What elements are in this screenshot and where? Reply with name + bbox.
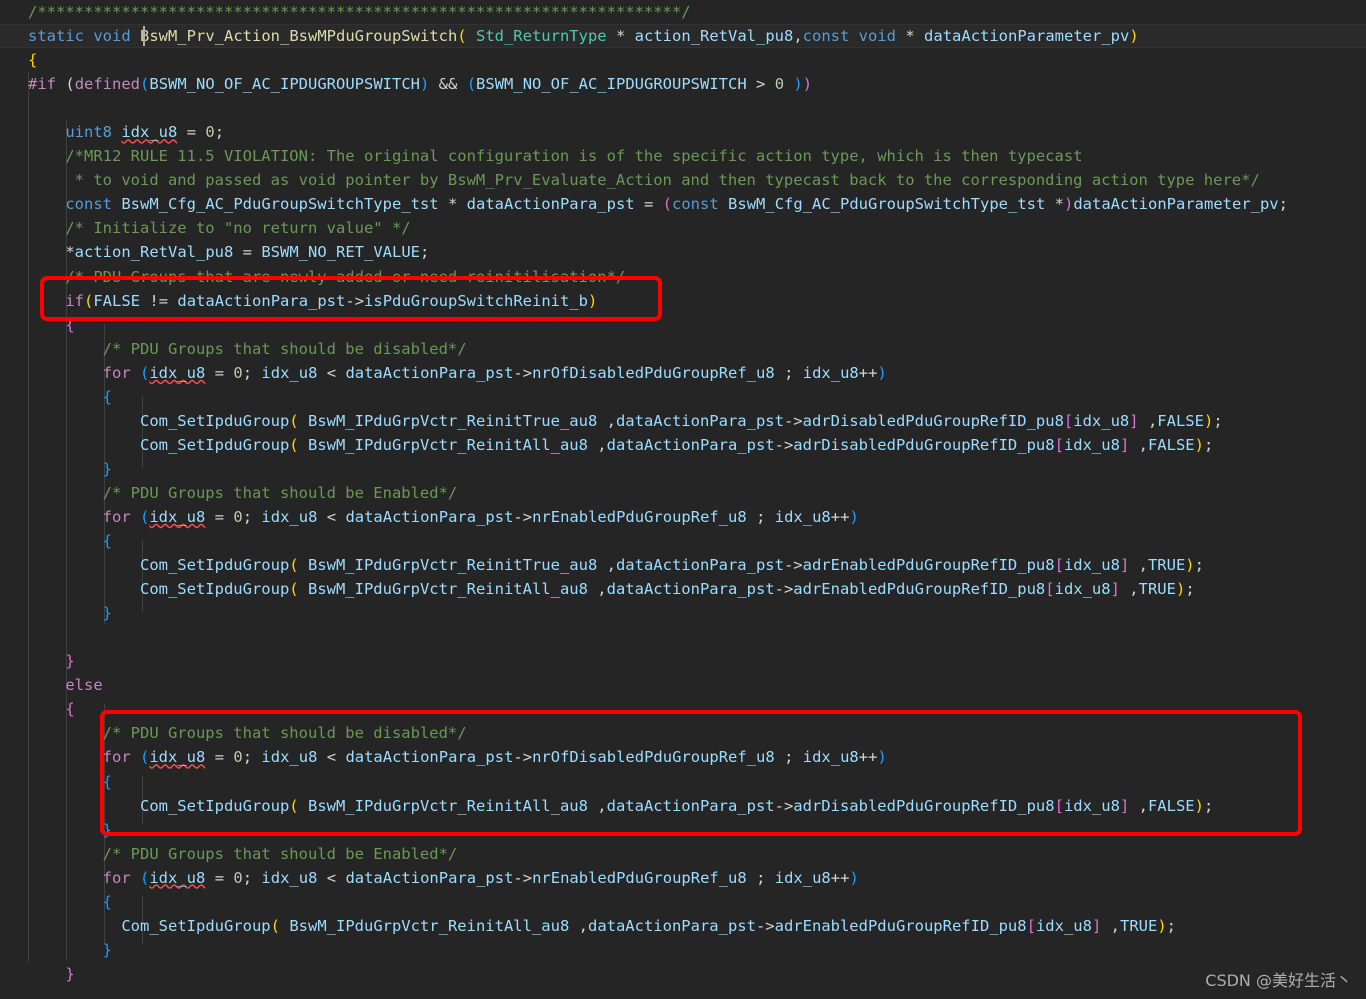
indent-guide <box>142 540 143 612</box>
code-line-text: } <box>28 604 112 623</box>
code-line[interactable]: { <box>0 48 1366 72</box>
code-line[interactable]: Com_SetIpduGroup( BswM_IPduGrpVctr_Reini… <box>0 577 1366 601</box>
code-line[interactable]: /***************************************… <box>0 0 1366 24</box>
code-line-text: } <box>28 964 75 983</box>
code-line-text: Com_SetIpduGroup( BswM_IPduGrpVctr_Reini… <box>139 796 1214 815</box>
code-line[interactable]: Com_SetIpduGroup( BswM_IPduGrpVctr_Reini… <box>0 409 1366 433</box>
code-line[interactable]: static void BswM_Prv_Action_BswMPduGroup… <box>0 24 1366 49</box>
code-line[interactable]: const BswM_Cfg_AC_PduGroupSwitchType_tst… <box>0 192 1366 216</box>
code-line[interactable]: /*MR12 RULE 11.5 VIOLATION: The original… <box>0 144 1366 168</box>
code-line-text: { <box>28 772 112 791</box>
text-caret <box>143 26 145 46</box>
code-line[interactable]: Com_SetIpduGroup( BswM_IPduGrpVctr_Reini… <box>0 553 1366 577</box>
code-line-text: { <box>28 315 75 334</box>
code-line-text: /* PDU Groups that should be disabled*/ <box>28 724 467 743</box>
code-line-text: } <box>28 652 75 671</box>
code-line-text: { <box>28 700 75 719</box>
code-line-text: for (idx_u8 = 0; idx_u8 < dataActionPara… <box>102 868 859 887</box>
code-line-text: { <box>28 51 38 70</box>
code-line-text: *action_RetVal_pu8 = BSWM_NO_RET_VALUE; <box>65 243 430 262</box>
code-line-text: for (idx_u8 = 0; idx_u8 < dataActionPara… <box>102 748 887 767</box>
code-editor[interactable]: /***************************************… <box>0 0 1366 999</box>
code-line[interactable]: /* PDU Groups that should be disabled*/ <box>0 721 1366 745</box>
code-line-text: Com_SetIpduGroup( BswM_IPduGrpVctr_Reini… <box>121 916 1176 935</box>
code-line-text: uint8 idx_u8 = 0; <box>65 123 225 142</box>
code-line[interactable] <box>0 96 1366 120</box>
code-line-text: } <box>28 459 112 478</box>
code-line-text: static void BswM_Prv_Action_BswMPduGroup… <box>28 27 1139 46</box>
code-line[interactable]: *action_RetVal_pu8 = BSWM_NO_RET_VALUE; <box>0 240 1366 264</box>
code-line-text: * to void and passed as void pointer by … <box>28 171 1260 190</box>
code-line[interactable]: for (idx_u8 = 0; idx_u8 < dataActionPara… <box>0 361 1366 385</box>
code-line[interactable]: * to void and passed as void pointer by … <box>0 168 1366 192</box>
code-line[interactable]: } <box>0 457 1366 481</box>
code-line[interactable]: for (idx_u8 = 0; idx_u8 < dataActionPara… <box>0 745 1366 769</box>
code-line-text: Com_SetIpduGroup( BswM_IPduGrpVctr_Reini… <box>139 411 1223 430</box>
code-surface[interactable]: /***************************************… <box>0 0 1366 999</box>
code-line[interactable]: /* Initialize to "no return value" */ <box>0 216 1366 240</box>
code-line-text: else <box>65 676 103 695</box>
code-line[interactable]: Com_SetIpduGroup( BswM_IPduGrpVctr_Reini… <box>0 433 1366 457</box>
code-line[interactable]: /* PDU Groups that should be Enabled*/ <box>0 842 1366 866</box>
code-line-text: Com_SetIpduGroup( BswM_IPduGrpVctr_Reini… <box>139 556 1204 575</box>
code-line[interactable]: } <box>0 601 1366 625</box>
code-line[interactable]: Com_SetIpduGroup( BswM_IPduGrpVctr_Reini… <box>0 914 1366 938</box>
code-line[interactable]: } <box>0 818 1366 842</box>
code-line-text: } <box>28 820 112 839</box>
code-line-text: if(FALSE != dataActionPara_pst->isPduGro… <box>65 291 598 310</box>
code-line-text: for (idx_u8 = 0; idx_u8 < dataActionPara… <box>102 507 859 526</box>
code-line-text: Com_SetIpduGroup( BswM_IPduGrpVctr_Reini… <box>139 580 1195 599</box>
code-line[interactable]: { <box>0 313 1366 337</box>
code-line[interactable]: #if (defined(BSWM_NO_OF_AC_IPDUGROUPSWIT… <box>0 72 1366 96</box>
code-line[interactable]: { <box>0 770 1366 794</box>
code-line-text: for (idx_u8 = 0; idx_u8 < dataActionPara… <box>102 363 887 382</box>
code-line-text: /* PDU Groups that should be disabled*/ <box>28 339 467 358</box>
code-line[interactable]: if(FALSE != dataActionPara_pst->isPduGro… <box>0 289 1366 313</box>
code-line[interactable]: } <box>0 938 1366 962</box>
code-line-text: { <box>28 892 112 911</box>
code-line[interactable]: { <box>0 529 1366 553</box>
code-line[interactable]: { <box>0 890 1366 914</box>
code-line-text: /* Initialize to "no return value" */ <box>28 219 411 238</box>
code-line-text: /* PDU Groups that should be Enabled*/ <box>28 483 458 502</box>
code-line-text: { <box>28 387 112 406</box>
code-line[interactable]: for (idx_u8 = 0; idx_u8 < dataActionPara… <box>0 866 1366 890</box>
code-line-text: } <box>28 940 112 959</box>
code-line[interactable]: for (idx_u8 = 0; idx_u8 < dataActionPara… <box>0 505 1366 529</box>
watermark-label: CSDN @美好生活丶 <box>1205 971 1352 990</box>
code-line[interactable]: { <box>0 697 1366 721</box>
code-line-text: /***************************************… <box>28 3 691 21</box>
code-line-text: const BswM_Cfg_AC_PduGroupSwitchType_tst… <box>65 195 1288 214</box>
code-line-text: Com_SetIpduGroup( BswM_IPduGrpVctr_Reini… <box>139 435 1214 454</box>
code-line[interactable]: } <box>0 649 1366 673</box>
code-line-text: /* PDU Groups that are newly added or ne… <box>28 267 626 286</box>
code-line[interactable]: uint8 idx_u8 = 0; <box>0 120 1366 144</box>
code-line-text: { <box>28 532 112 551</box>
code-line[interactable]: Com_SetIpduGroup( BswM_IPduGrpVctr_Reini… <box>0 794 1366 818</box>
indent-guide <box>142 396 143 468</box>
code-line[interactable] <box>0 625 1366 649</box>
code-line[interactable]: /* PDU Groups that should be Enabled*/ <box>0 481 1366 505</box>
code-line[interactable]: /* PDU Groups that should be disabled*/ <box>0 337 1366 361</box>
code-line-text: /*MR12 RULE 11.5 VIOLATION: The original… <box>28 147 1083 166</box>
code-line-text: #if (defined(BSWM_NO_OF_AC_IPDUGROUPSWIT… <box>28 75 813 94</box>
code-line[interactable]: { <box>0 385 1366 409</box>
code-line[interactable]: else <box>0 673 1366 697</box>
code-line[interactable]: /* PDU Groups that are newly added or ne… <box>0 265 1366 289</box>
code-line[interactable]: } <box>0 962 1366 986</box>
code-line-text: /* PDU Groups that should be Enabled*/ <box>28 844 458 863</box>
